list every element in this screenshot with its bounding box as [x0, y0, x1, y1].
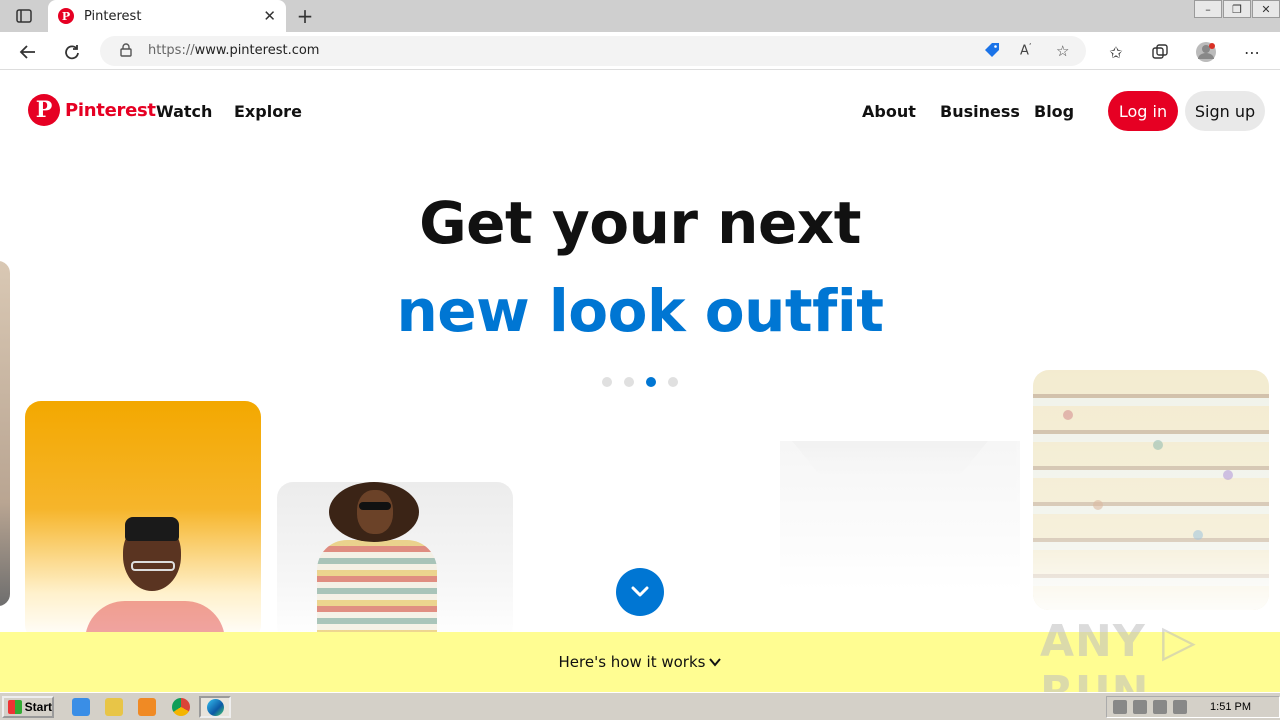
window-controls: – ❐ ✕ — [1193, 0, 1280, 18]
how-it-works-label: Here's how it works — [558, 653, 706, 671]
browser-toolbar: https://www.pinterest.com Aʼ ☆ ✩ ⋯ — [0, 32, 1280, 70]
signup-button[interactable]: Sign up — [1185, 91, 1265, 131]
network-icon[interactable] — [1153, 700, 1167, 714]
tray-expand-icon[interactable] — [1113, 700, 1127, 714]
login-button[interactable]: Log in — [1108, 91, 1178, 131]
collections-icon[interactable] — [1148, 40, 1172, 64]
scroll-down-button[interactable] — [616, 568, 664, 616]
new-tab-button[interactable]: + — [294, 5, 316, 27]
windows-taskbar: Start 1:51 PM — [0, 692, 1280, 720]
tab-title: Pinterest — [84, 8, 142, 24]
pin-image-faded-room[interactable] — [780, 441, 1020, 591]
read-aloud-icon[interactable]: Aʼ — [1020, 42, 1031, 58]
close-window-button[interactable]: ✕ — [1252, 0, 1280, 18]
chrome-icon[interactable] — [172, 698, 190, 716]
url-text[interactable]: https://www.pinterest.com — [148, 43, 319, 58]
edge-taskbar-button[interactable] — [199, 696, 231, 718]
nav-business-link[interactable]: Business — [940, 102, 1020, 121]
explorer-folder-icon[interactable] — [105, 698, 123, 716]
nav-watch-link[interactable]: Watch — [156, 102, 212, 121]
profile-avatar-icon[interactable] — [1194, 40, 1218, 64]
svg-text:P: P — [62, 10, 70, 23]
partial-pin-image[interactable] — [0, 261, 10, 606]
windows-flag-icon — [8, 700, 22, 714]
browser-tab-pinterest[interactable]: P Pinterest ✕ — [48, 0, 286, 32]
volume-icon[interactable] — [1133, 700, 1147, 714]
address-bar[interactable]: https://www.pinterest.com Aʼ ☆ — [100, 36, 1086, 66]
carousel-dots — [602, 377, 678, 387]
ie-icon[interactable] — [72, 698, 90, 716]
pin-image-floral-stairs[interactable] — [1033, 370, 1269, 610]
carousel-dot-1[interactable] — [602, 377, 612, 387]
tab-close-icon[interactable]: ✕ — [263, 7, 276, 25]
action-center-flag-icon[interactable] — [1173, 700, 1187, 714]
edge-icon — [207, 699, 224, 716]
carousel-dot-4[interactable] — [668, 377, 678, 387]
carousel-dot-2[interactable] — [624, 377, 634, 387]
pin-image-man-glasses[interactable] — [25, 401, 261, 641]
system-tray: 1:51 PM — [1106, 696, 1280, 718]
start-button[interactable]: Start — [2, 696, 54, 718]
pinterest-favicon-icon: P — [58, 8, 74, 24]
nav-explore-link[interactable]: Explore — [234, 102, 302, 121]
coupon-tag-icon[interactable] — [984, 42, 1000, 62]
logo-text: Pinterest — [65, 99, 156, 121]
hero-rotating-text: new look outfit — [396, 277, 884, 345]
minimize-button[interactable]: – — [1194, 0, 1222, 18]
nav-blog-link[interactable]: Blog — [1034, 102, 1074, 121]
chevron-down-icon — [709, 657, 722, 667]
pinterest-page: P Pinterest Watch Explore About Business… — [0, 71, 1280, 692]
hero-headline: Get your next — [419, 189, 861, 257]
reload-icon[interactable] — [60, 40, 84, 64]
tab-actions-icon[interactable] — [10, 6, 38, 26]
clock[interactable]: 1:51 PM — [1210, 701, 1251, 713]
pinterest-logo-icon: P — [28, 94, 60, 126]
media-player-icon[interactable] — [138, 698, 156, 716]
add-favorite-icon[interactable]: ☆ — [1056, 42, 1069, 60]
favorites-icon[interactable]: ✩ — [1104, 40, 1128, 64]
lock-icon[interactable] — [120, 43, 132, 61]
back-arrow-icon[interactable] — [16, 40, 40, 64]
browser-tab-strip: P Pinterest ✕ + – ❐ ✕ — [0, 0, 1280, 32]
more-options-icon[interactable]: ⋯ — [1240, 40, 1264, 64]
carousel-dot-3[interactable] — [646, 377, 656, 387]
start-label: Start — [24, 700, 52, 714]
nav-about-link[interactable]: About — [862, 102, 916, 121]
chevron-down-icon — [631, 586, 649, 597]
restore-button[interactable]: ❐ — [1223, 0, 1251, 18]
anyrun-watermark: ANY ▷ RUN — [1040, 616, 1197, 692]
pinterest-logo[interactable]: P Pinterest — [28, 94, 156, 126]
pin-image-woman-striped-shirt[interactable] — [277, 482, 513, 642]
